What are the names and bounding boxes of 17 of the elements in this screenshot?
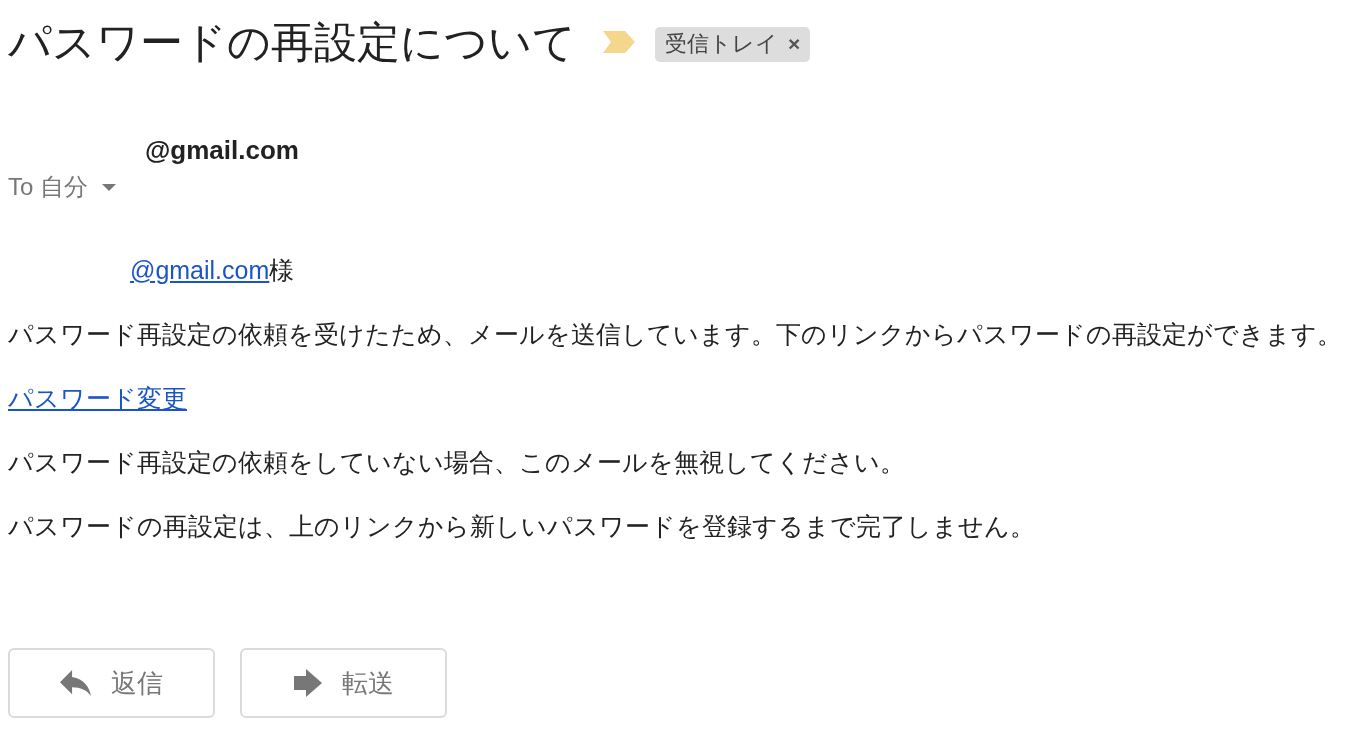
- sender-address: @gmail.com: [145, 135, 299, 165]
- body-paragraph: パスワードの再設定は、上のリンクから新しいパスワードを登録するまで完了しません。: [8, 511, 1036, 542]
- body-paragraph: パスワード再設定の依頼を受けたため、メールを送信しています。下のリンクからパスワードの再設定ができます。: [8, 319, 1343, 350]
- caret-down-icon[interactable]: [102, 183, 116, 191]
- label-text: 受信トレイ: [665, 31, 778, 57]
- recipient-text: To 自分: [8, 173, 88, 201]
- subject-title: パスワードの再設定について: [8, 17, 576, 67]
- importance-marker-icon[interactable]: [603, 31, 635, 53]
- forward-button[interactable]: 転送: [240, 648, 447, 718]
- reply-arrow-icon: [60, 670, 91, 696]
- remove-label-button[interactable]: ×: [788, 32, 801, 56]
- reply-button[interactable]: 返信: [8, 648, 215, 718]
- text-link[interactable]: パスワード変更: [8, 384, 187, 412]
- body-paragraph: パスワード再設定の依頼をしていない場合、このメールを無視してください。: [8, 447, 906, 478]
- greeting-text: @gmail.com様: [130, 255, 295, 286]
- email-link[interactable]: @gmail.com: [130, 256, 270, 284]
- forward-arrow-icon: [293, 669, 322, 697]
